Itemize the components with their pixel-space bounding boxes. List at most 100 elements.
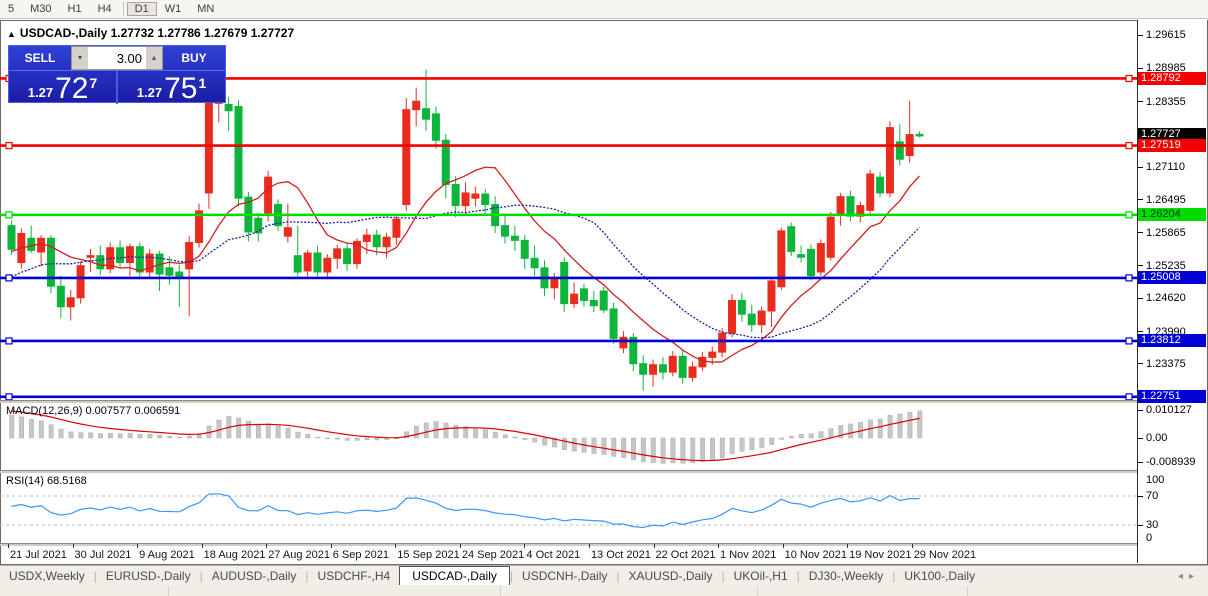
candle	[579, 283, 588, 307]
macd-histogram-bar	[492, 431, 498, 439]
chart-tab-usdcnh-daily[interactable]: USDCNH-,Daily	[513, 568, 616, 584]
macd-histogram-bar	[512, 436, 518, 439]
tab-scroll-arrows[interactable]: ◂▸	[1178, 571, 1200, 582]
rsi-indicator-canvas[interactable]	[0, 472, 1137, 545]
price-tick	[1138, 67, 1143, 69]
line-handle[interactable]	[1125, 211, 1133, 219]
tab-scroll-right-icon[interactable]: ▸	[1189, 571, 1200, 582]
date-tick	[137, 544, 139, 548]
collapse-panel-icon[interactable]: ▲	[7, 29, 16, 39]
timeframe-button-w1[interactable]: W1	[157, 2, 190, 16]
candle	[7, 220, 16, 255]
timeframe-button-5[interactable]: 5	[0, 2, 22, 16]
macd-histogram-bar	[423, 422, 429, 439]
candle	[668, 351, 677, 377]
chart-tab-uk100-daily[interactable]: UK100-,Daily	[895, 568, 984, 584]
date-label: 27 Aug 2021	[268, 549, 330, 561]
line-handle[interactable]	[5, 393, 13, 401]
candle	[224, 97, 233, 131]
timeframe-button-h4[interactable]: H4	[90, 2, 120, 16]
candle	[570, 282, 579, 308]
candle	[343, 243, 352, 271]
price-tick	[1138, 34, 1143, 36]
price-tick-label: 1.25235	[1146, 259, 1186, 272]
sell-button[interactable]: SELL	[9, 46, 71, 70]
line-handle[interactable]	[5, 211, 13, 219]
timeframe-button-d1[interactable]: D1	[126, 2, 157, 16]
macd-histogram-bar	[729, 437, 735, 455]
line-handle[interactable]	[5, 274, 13, 282]
chart-tab-xauusd-daily[interactable]: XAUUSD-,Daily	[620, 568, 722, 584]
macd-histogram-bar	[305, 434, 311, 439]
line-handle[interactable]	[5, 337, 13, 345]
macd-histogram-bar	[660, 437, 666, 464]
status-strip-divider	[500, 586, 501, 596]
date-label: 30 Jul 2021	[74, 549, 132, 561]
price-badge-blue: 1.25008	[1138, 271, 1206, 285]
macd-histogram-bar	[137, 434, 143, 439]
candle	[155, 250, 164, 291]
macd-histogram-bar	[473, 427, 479, 439]
timeframe-button-m30[interactable]: M30	[22, 2, 59, 16]
volume-decrease-icon[interactable]: ▾	[72, 47, 88, 69]
price-tick	[1138, 232, 1143, 234]
line-handle[interactable]	[1125, 274, 1133, 282]
tab-scroll-left-icon[interactable]: ◂	[1178, 571, 1189, 582]
macd-histogram-bar	[502, 434, 508, 439]
price-tick-label: 1.24620	[1146, 292, 1186, 305]
candle	[510, 225, 519, 251]
ohlc-readout: 1.27732 1.27786 1.27679 1.27727	[110, 26, 295, 40]
candle	[688, 361, 697, 382]
macd-axis-label: 0.00	[1146, 432, 1168, 444]
price-tick-label: 1.27110	[1146, 161, 1185, 174]
date-tick	[201, 544, 203, 548]
timeframe-button-mn[interactable]: MN	[189, 2, 222, 16]
chart-tab-usdx-weekly[interactable]: USDX,Weekly	[0, 568, 94, 584]
date-tick	[524, 544, 526, 548]
candle	[501, 215, 509, 244]
candle	[806, 244, 815, 281]
line-handle[interactable]	[1125, 337, 1133, 345]
line-handle[interactable]	[5, 141, 13, 150]
macd-histogram-bar	[364, 437, 370, 441]
candle	[382, 233, 391, 259]
sell-price-big: 72	[55, 72, 89, 105]
macd-histogram-bar	[601, 437, 607, 455]
volume-input[interactable]	[88, 47, 146, 69]
price-tick-label: 1.29615	[1146, 29, 1186, 42]
macd-histogram-bar	[700, 437, 706, 462]
chart-tab-dj30-weekly[interactable]: DJ30-,Weekly	[800, 568, 892, 584]
candle	[471, 186, 480, 207]
macd-histogram-bar	[798, 434, 804, 439]
rsi-panel-divider[interactable]	[0, 470, 1206, 473]
trading-terminal-window: { "toolbar": { "timeframes": ["5","M30",…	[0, 0, 1208, 596]
chart-title: ▲ USDCAD-,Daily 1.27732 1.27786 1.27679 1…	[7, 26, 294, 40]
candle	[797, 245, 806, 263]
macd-tick	[1138, 437, 1143, 439]
chart-tab-eurusd-daily[interactable]: EURUSD-,Daily	[97, 568, 200, 584]
chart-tab-usdcad-daily[interactable]: USDCAD-,Daily	[399, 566, 510, 586]
macd-histogram-bar	[818, 431, 824, 439]
sell-price[interactable]: 1.27 72 7	[9, 71, 116, 104]
date-label: 21 Jul 2021	[10, 549, 67, 561]
volume-increase-icon[interactable]: ▴	[146, 47, 162, 69]
chart-tab-usdchf-h4[interactable]: USDCHF-,H4	[309, 568, 400, 584]
chart-tab-audusd-daily[interactable]: AUDUSD-,Daily	[203, 568, 306, 584]
one-click-trading-panel: SELL ▾ ▴ BUY 1.27 72 7 1.27 75 1	[8, 45, 226, 104]
date-tick	[72, 544, 74, 548]
line-handle[interactable]	[1125, 393, 1133, 401]
timeframe-button-h1[interactable]: H1	[60, 2, 90, 16]
chart-tab-bar: USDX,Weekly | EURUSD-,Daily | AUDUSD-,Daily |…	[0, 565, 1208, 586]
candle	[737, 293, 746, 322]
chart-tab-ukoil-h1[interactable]: UKOil-,H1	[725, 568, 797, 584]
macd-panel-divider[interactable]	[0, 400, 1206, 403]
sell-price-sup: 7	[89, 75, 98, 91]
buy-button[interactable]: BUY	[163, 46, 225, 70]
candle	[728, 294, 737, 338]
candle	[777, 227, 786, 290]
buy-price[interactable]: 1.27 75 1	[118, 71, 225, 104]
date-label: 29 Nov 2021	[913, 549, 977, 561]
macd-histogram-bar	[739, 437, 745, 452]
line-handle[interactable]	[1125, 74, 1133, 83]
line-handle[interactable]	[1125, 141, 1133, 150]
